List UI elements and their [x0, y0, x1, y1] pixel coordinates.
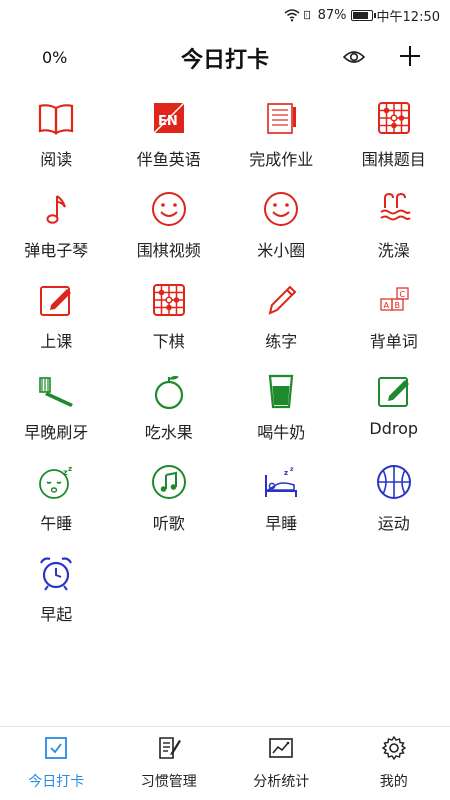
- battery-icon: [350, 9, 376, 21]
- wifi-icon: [284, 9, 300, 22]
- svg-text:z: z: [290, 466, 294, 473]
- tab-label: 我的: [379, 774, 408, 790]
- habit-item[interactable]: 完成作业: [225, 98, 338, 189]
- chart-icon: [268, 735, 294, 765]
- tab-label: 分析统计: [253, 774, 310, 790]
- habit-item[interactable]: z z 午睡: [0, 462, 113, 553]
- abc-blocks-icon: ABC: [374, 280, 414, 320]
- header: 0% 今日打卡: [0, 36, 450, 80]
- tab-1[interactable]: 习惯管理: [113, 727, 226, 800]
- list-edit-icon: [156, 735, 182, 765]
- go-board-icon: [374, 98, 414, 138]
- music-note-icon: [36, 189, 76, 229]
- pencil-icon: [261, 280, 301, 320]
- svg-text:EN: EN: [158, 114, 178, 129]
- svg-text:A: A: [383, 301, 389, 310]
- checkbox-icon: [43, 735, 69, 765]
- habit-grid: 阅读 EN 伴鱼英语 完成作业 围棋题目弹电子琴 围棋视频 米小圈 洗澡上课 下棋 练字 A B C 背单…: [0, 98, 450, 644]
- bottom-tab-bar: 今日打卡 习惯管理 分析统计 我的: [0, 726, 450, 800]
- habit-item[interactable]: 弹电子琴: [0, 189, 113, 280]
- habit-label: 喝牛奶: [257, 423, 306, 442]
- english-app-icon: EN: [149, 98, 189, 138]
- habit-label: 午睡: [40, 514, 73, 533]
- habit-label: 围棋视频: [136, 241, 201, 260]
- habit-item[interactable]: 洗澡: [338, 189, 450, 280]
- svg-text:C: C: [399, 290, 405, 299]
- habit-item[interactable]: 早晚刷牙: [0, 371, 113, 462]
- cup-icon: [261, 371, 301, 411]
- add-icon[interactable]: [398, 44, 422, 68]
- habit-item[interactable]: 围棋题目: [338, 98, 450, 189]
- bed-icon: zz: [261, 462, 301, 502]
- habit-label: 米小圈: [257, 241, 306, 260]
- svg-text:z: z: [68, 465, 72, 473]
- habit-label: 早起: [40, 605, 73, 624]
- habit-label: 下棋: [152, 332, 185, 351]
- toothbrush-icon: [36, 371, 76, 411]
- tab-0[interactable]: 今日打卡: [0, 727, 113, 800]
- habit-item[interactable]: z z 早睡: [225, 462, 338, 553]
- battery-percent: 87%: [317, 7, 347, 23]
- habit-label: 早晚刷牙: [24, 423, 89, 442]
- habit-label: 背单词: [369, 332, 418, 351]
- habit-item[interactable]: 吃水果: [113, 371, 226, 462]
- go-board-icon: [149, 280, 189, 320]
- bath-icon: [374, 189, 414, 229]
- status-bar: ! 87% 中午12:50: [0, 0, 450, 30]
- tab-2[interactable]: 分析统计: [225, 727, 338, 800]
- habit-item[interactable]: 上课: [0, 280, 113, 371]
- habit-item[interactable]: 早起: [0, 553, 113, 644]
- basketball-icon: [374, 462, 414, 502]
- habit-label: 围棋题目: [361, 150, 426, 169]
- habit-item[interactable]: 运动: [338, 462, 450, 553]
- habit-item[interactable]: 练字: [225, 280, 338, 371]
- habit-item[interactable]: 听歌: [113, 462, 226, 553]
- habit-label: 听歌: [152, 514, 185, 533]
- svg-text:z: z: [284, 469, 288, 477]
- svg-text:!: !: [305, 13, 307, 19]
- habit-label: 吃水果: [144, 423, 193, 442]
- habit-label: Ddrop: [369, 419, 419, 438]
- svg-text:B: B: [394, 301, 400, 310]
- habit-label: 早睡: [265, 514, 298, 533]
- tab-label: 今日打卡: [28, 774, 85, 790]
- edit-square-icon: [36, 280, 76, 320]
- habit-item[interactable]: 喝牛奶: [225, 371, 338, 462]
- tab-3[interactable]: 我的: [338, 727, 450, 800]
- tab-label: 习惯管理: [140, 774, 197, 790]
- habit-label: 上课: [40, 332, 73, 351]
- habit-item[interactable]: Ddrop: [338, 371, 450, 462]
- edit-square-icon: [374, 371, 414, 411]
- gear-icon: [381, 735, 407, 765]
- habit-item[interactable]: A B C 背单词: [338, 280, 450, 371]
- fruit-icon: [149, 371, 189, 411]
- sleepy-face-icon: zz: [36, 462, 76, 502]
- smiley-icon: [149, 189, 189, 229]
- habit-item[interactable]: 围棋视频: [113, 189, 226, 280]
- eye-icon[interactable]: [343, 48, 365, 66]
- habit-label: 洗澡: [377, 241, 410, 260]
- notebook-icon: [261, 98, 301, 138]
- habit-label: 运动: [377, 514, 410, 533]
- habit-label: 阅读: [40, 150, 73, 169]
- habit-label: 弹电子琴: [24, 241, 89, 260]
- alarm-clock-icon: [36, 553, 76, 593]
- habit-label: 完成作业: [249, 150, 314, 169]
- habit-item[interactable]: 阅读: [0, 98, 113, 189]
- habit-item[interactable]: EN 伴鱼英语: [113, 98, 226, 189]
- smiley-icon: [261, 189, 301, 229]
- book-icon: [36, 98, 76, 138]
- clock: 中午12:50: [376, 9, 440, 25]
- page-title: 今日打卡: [180, 48, 269, 73]
- habit-item[interactable]: 下棋: [113, 280, 226, 371]
- sim-icon: !: [303, 10, 310, 20]
- habit-label: 伴鱼英语: [136, 150, 201, 169]
- habit-label: 练字: [265, 332, 298, 351]
- music-circle-icon: [149, 462, 189, 502]
- habit-item[interactable]: 米小圈: [225, 189, 338, 280]
